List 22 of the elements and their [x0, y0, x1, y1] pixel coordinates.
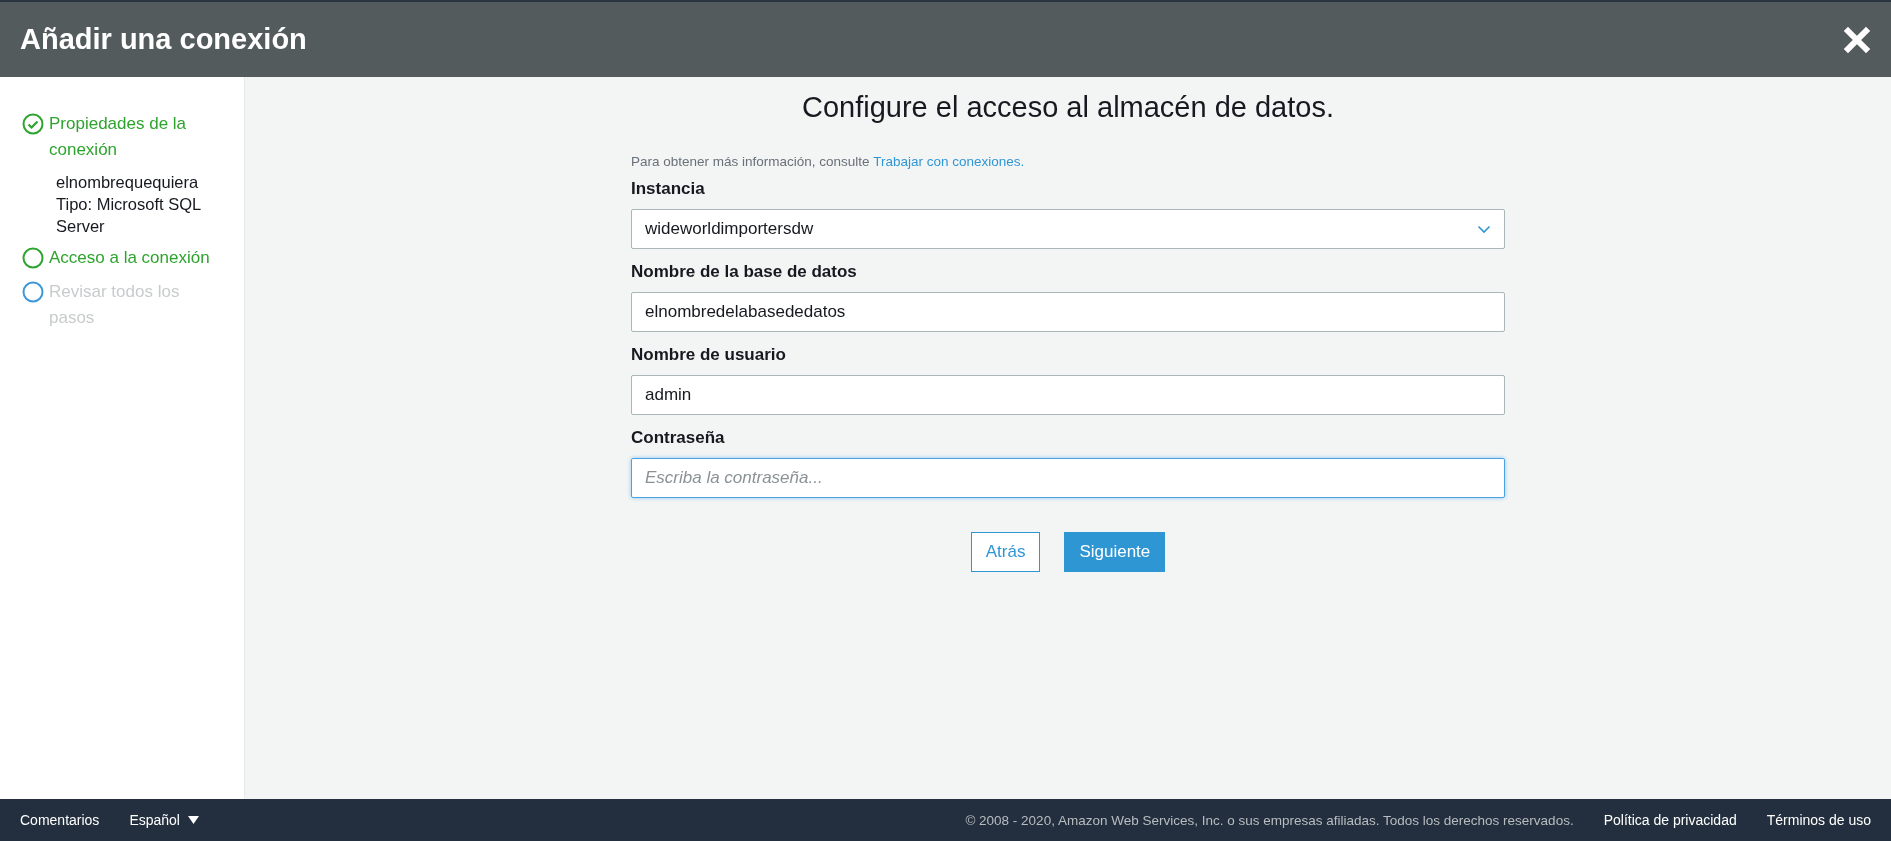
close-button[interactable] — [1843, 25, 1871, 54]
field-label: Nombre de la base de datos — [631, 262, 858, 282]
window-title: Añadir una conexión — [20, 23, 307, 56]
step-detail: Tipo: Microsoft SQL Server — [56, 194, 202, 237]
chevron-down-icon — [1477, 224, 1491, 234]
step-detail: elnombrequequiera — [56, 172, 200, 193]
input-field[interactable]: elnombredelabasededatos — [631, 292, 1505, 332]
copyright-text: © 2008 - 2020, Amazon Web Services, Inc. o sus empresas afiliadas. Todos los derechos reservados. — [965, 812, 1574, 828]
close-icon — [1843, 25, 1871, 54]
page-heading: Configure el acceso al almacén de datos. — [802, 91, 1334, 124]
field-label: Contraseña — [631, 428, 726, 448]
field-label: Nombre de usuario — [631, 345, 787, 365]
select-field[interactable]: wideworldimportersdw — [631, 209, 1505, 249]
footer-link[interactable]: Política de privacidad — [1603, 812, 1737, 828]
field-label: Instancia — [631, 179, 706, 199]
footer-link[interactable]: Comentarios — [20, 812, 100, 828]
input-field[interactable]: Escriba la contraseña... — [631, 458, 1505, 498]
input-field[interactable]: admin — [631, 375, 1505, 415]
language-selector[interactable]: Español — [129, 812, 199, 828]
footer-link[interactable]: Términos de uso — [1766, 812, 1871, 828]
help-text: Para obtener más información, consulte Trabajar con conexiones. — [631, 154, 1026, 169]
caret-icon — [187, 816, 199, 824]
